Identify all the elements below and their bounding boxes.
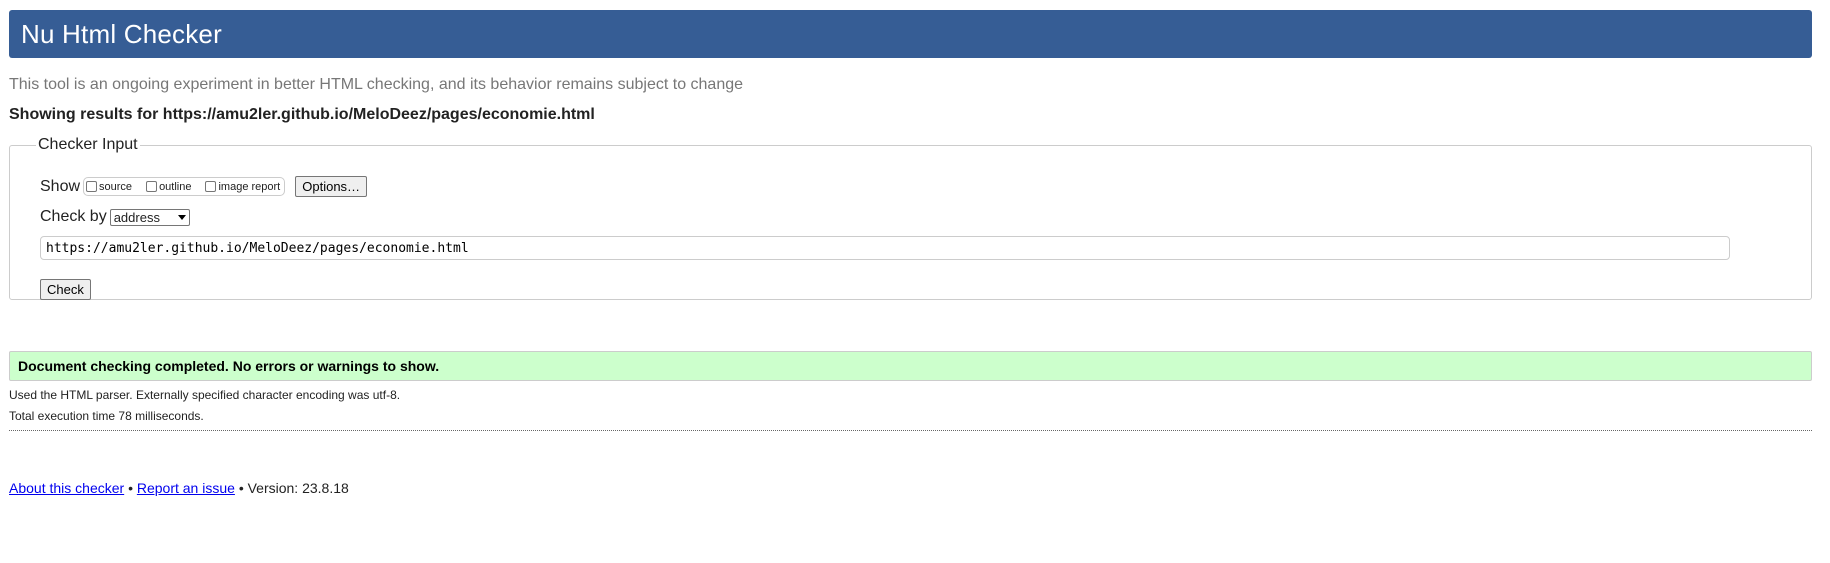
check-by-label: Check by (40, 208, 107, 225)
footer: About this checker • Report an issue • V… (9, 480, 349, 496)
source-checkbox[interactable] (86, 181, 98, 192)
url-input[interactable]: https://amu2ler.github.io/MeloDeez/pages… (40, 236, 1730, 260)
options-button[interactable]: Options… (295, 176, 368, 197)
image-report-checkbox[interactable] (205, 181, 217, 192)
results-heading: Showing results for https://amu2ler.gith… (9, 106, 595, 123)
outline-checkbox[interactable] (146, 181, 158, 192)
checker-input-fieldset: Checker Input Show source outline image … (9, 136, 1812, 300)
show-outline-option[interactable]: outline (146, 181, 191, 193)
chevron-down-icon (177, 214, 186, 220)
page-title: Nu Html Checker (21, 18, 222, 49)
check-by-select[interactable]: address (109, 208, 190, 226)
execution-time: Total execution time 78 milliseconds. (9, 409, 204, 423)
version-text: Version: 23.8.18 (247, 480, 349, 496)
check-by-row: Check by address (40, 208, 190, 226)
header-banner: Nu Html Checker (9, 10, 1812, 58)
parser-info: Used the HTML parser. Externally specifi… (9, 388, 401, 402)
show-image-report-option[interactable]: image report (205, 181, 280, 193)
subtitle-text: This tool is an ongoing experiment in be… (9, 76, 744, 93)
show-source-option[interactable]: source (86, 181, 132, 193)
status-success-message: Document checking completed. No errors o… (9, 351, 1812, 381)
about-checker-link[interactable]: About this checker (9, 480, 124, 496)
show-row: Show source outline image report Options… (40, 176, 368, 197)
source-label: source (99, 180, 133, 193)
checker-input-legend: Checker Input (38, 136, 138, 153)
show-options-group: source outline image report (83, 177, 286, 196)
show-label: Show (40, 177, 81, 195)
footer-separator-2: • (238, 480, 244, 496)
report-issue-link[interactable]: Report an issue (137, 480, 235, 496)
outline-label: outline (159, 180, 192, 193)
page: Nu Html Checker This tool is an ongoing … (0, 0, 1830, 563)
image-report-label: image report (218, 180, 281, 193)
divider (9, 430, 1812, 431)
check-by-selected-value: address (113, 209, 160, 225)
footer-separator-1: • (128, 480, 133, 496)
check-button[interactable]: Check (40, 279, 91, 300)
